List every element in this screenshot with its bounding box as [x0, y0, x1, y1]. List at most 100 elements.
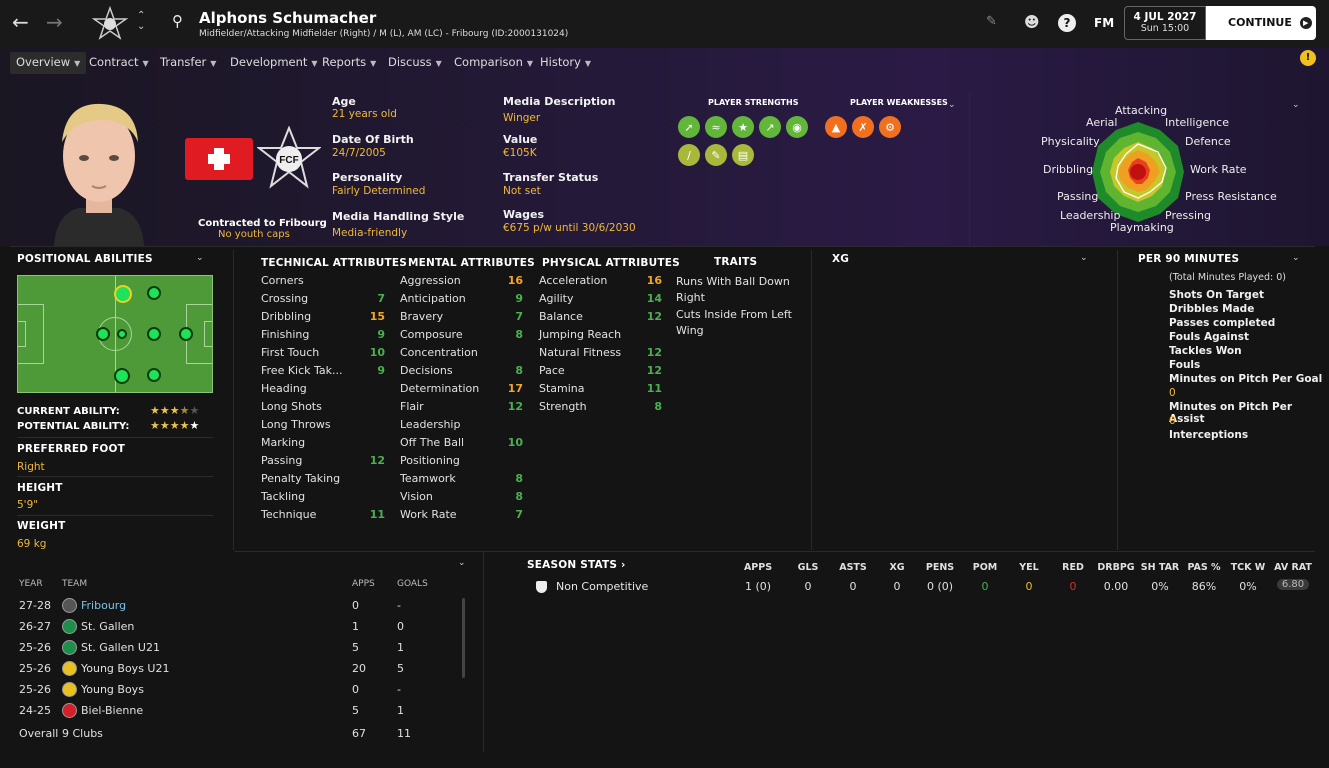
- club-crest-large-icon: FCF: [257, 126, 321, 189]
- history-team[interactable]: Fribourg: [81, 599, 126, 612]
- history-goals: -: [397, 599, 401, 612]
- strength-crossing-icon[interactable]: ➚: [678, 116, 700, 138]
- season-header: AV RAT: [1274, 562, 1312, 573]
- history-chevron-icon[interactable]: ⌄: [458, 558, 466, 568]
- strength-trend-icon[interactable]: ↗: [759, 116, 781, 138]
- per90-dribbles-made: Dribbles Made: [1169, 303, 1255, 315]
- forward-arrow-icon[interactable]: →: [46, 10, 63, 34]
- tab-development[interactable]: Development ▼: [224, 52, 324, 74]
- season-header: DRBPG: [1097, 562, 1135, 573]
- position-dot-amr[interactable]: [114, 285, 132, 303]
- position-dot-amc[interactable]: [147, 327, 161, 341]
- season-header: TCK W: [1230, 562, 1266, 573]
- tab-reports[interactable]: Reports ▼: [316, 52, 382, 74]
- physical-attr-value: 12: [646, 364, 662, 377]
- strength-stats-icon[interactable]: ▤: [732, 144, 754, 166]
- season-header: PAS %: [1187, 562, 1221, 573]
- technical-attr-label: Marking: [261, 436, 306, 449]
- per90-tackles-won: Tackles Won: [1169, 345, 1242, 357]
- youth-caps: No youth caps: [218, 229, 290, 240]
- date-box[interactable]: 4 JUL 2027 Sun 15:00: [1124, 6, 1206, 40]
- history-team: St. Gallen U21: [81, 641, 160, 654]
- history-divider: [483, 552, 484, 752]
- chevron-down-icon[interactable]: ⌄: [948, 100, 956, 110]
- mental-attr-value: 16: [507, 274, 523, 287]
- tab-comparison[interactable]: Comparison ▼: [448, 52, 539, 74]
- mental-attr-value: [503, 416, 523, 434]
- technical-attr-value: [365, 380, 385, 398]
- media-style-label: Media Handling Style: [332, 210, 465, 223]
- strength-mental-icon[interactable]: ◉: [786, 116, 808, 138]
- strength-star-icon[interactable]: ★: [732, 116, 754, 138]
- tab-discuss[interactable]: Discuss ▼: [382, 52, 448, 74]
- per90-passes-completed: Passes completed: [1169, 317, 1276, 329]
- star-icon: ★★★★: [150, 419, 190, 432]
- mental-attr-value: 7: [515, 310, 523, 323]
- brain-icon[interactable]: ☻: [1024, 13, 1040, 31]
- weakness-heading-icon[interactable]: ▲: [825, 116, 847, 138]
- per90-chevron-icon[interactable]: ⌄: [1292, 253, 1300, 263]
- history-overall: 67: [352, 727, 366, 740]
- fm-logo[interactable]: FM: [1094, 16, 1114, 30]
- strength-dribbling-icon[interactable]: ≈: [705, 116, 727, 138]
- tab-transfer[interactable]: Transfer ▼: [154, 52, 222, 74]
- strength-notes-icon[interactable]: ✎: [705, 144, 727, 166]
- wages-label: Wages: [503, 208, 545, 221]
- per90-mins-per-goal: 0: [1169, 387, 1176, 399]
- mental-attr-label: Off The Ball: [400, 436, 465, 449]
- team-crest-icon: [62, 703, 77, 718]
- history-header-goals: GOALS: [397, 579, 428, 589]
- technical-attr-label: Free Kick Tak...: [261, 364, 343, 377]
- up-down-chevron-icon[interactable]: ⌃ ⌄: [137, 10, 145, 32]
- mental-attr-value: 9: [515, 292, 523, 305]
- radar-menu-chevron-icon[interactable]: ⌄: [1292, 100, 1300, 110]
- weakness-tackling-icon[interactable]: ✗: [852, 116, 874, 138]
- weight-label: WEIGHT: [17, 520, 66, 532]
- potential-ability-label: POTENTIAL ABILITY:: [17, 421, 130, 432]
- physical-attr-value: 16: [646, 274, 662, 287]
- help-icon[interactable]: ?: [1058, 14, 1076, 32]
- notification-icon[interactable]: !: [1300, 50, 1316, 66]
- position-dot-mr[interactable]: [147, 286, 161, 300]
- transfer-status-label: Transfer Status: [503, 171, 599, 184]
- technical-attr-label: Heading: [261, 382, 307, 395]
- position-dot-mcl[interactable]: [96, 327, 110, 341]
- pencil-icon[interactable]: ✎: [986, 14, 997, 29]
- position-dot-st[interactable]: [179, 327, 193, 341]
- positional-chevron-icon[interactable]: ⌄: [196, 253, 204, 263]
- dob-label: Date Of Birth: [332, 133, 414, 146]
- strength-flair-icon[interactable]: ∕: [678, 144, 700, 166]
- tab-contract[interactable]: Contract ▼: [83, 52, 155, 74]
- xg-chevron-icon[interactable]: ⌄: [1080, 253, 1088, 263]
- mental-attr-label: Leadership: [400, 418, 461, 431]
- continue-label: CONTINUE: [1228, 16, 1292, 29]
- tab-overview[interactable]: Overview ▼: [10, 52, 87, 74]
- position-dot-ml[interactable]: [114, 368, 130, 384]
- technical-attr-value: [365, 272, 385, 290]
- player-name: Alphons Schumacher: [199, 9, 377, 27]
- technical-title: TECHNICAL ATTRIBUTES: [261, 257, 407, 269]
- search-icon[interactable]: ⚲: [172, 12, 183, 30]
- play-arrow-icon: ▶: [1299, 17, 1312, 29]
- technical-attr-value: [365, 488, 385, 506]
- tab-history[interactable]: History ▼: [534, 52, 597, 74]
- technical-attr-value: 15: [369, 310, 385, 323]
- history-year: 24-25: [19, 704, 51, 717]
- radar-label-leadership: Leadership: [1060, 209, 1121, 222]
- weakness-physical-icon[interactable]: ⚙: [879, 116, 901, 138]
- foot-divider: [17, 476, 213, 477]
- back-arrow-icon[interactable]: ←: [12, 10, 29, 34]
- dob-value: 24/7/2005: [332, 147, 386, 159]
- media-desc-value: Winger: [503, 112, 541, 124]
- technical-attr-value: [365, 434, 385, 452]
- season-stats-title[interactable]: SEASON STATS ›: [527, 559, 626, 571]
- per90-mins-per-assist-label: Minutes on Pitch Per Assist: [1169, 401, 1293, 425]
- continue-button[interactable]: CONTINUE ▶: [1206, 6, 1316, 40]
- history-scrollbar[interactable]: [462, 598, 465, 678]
- position-dot-mc[interactable]: [117, 329, 127, 339]
- season-value: 0.00: [1103, 580, 1129, 593]
- mental-attr-value: [503, 344, 523, 362]
- per90-fouls-against: Fouls Against: [1169, 331, 1250, 343]
- position-dot-aml[interactable]: [147, 368, 161, 382]
- team-crest-icon: [62, 640, 77, 655]
